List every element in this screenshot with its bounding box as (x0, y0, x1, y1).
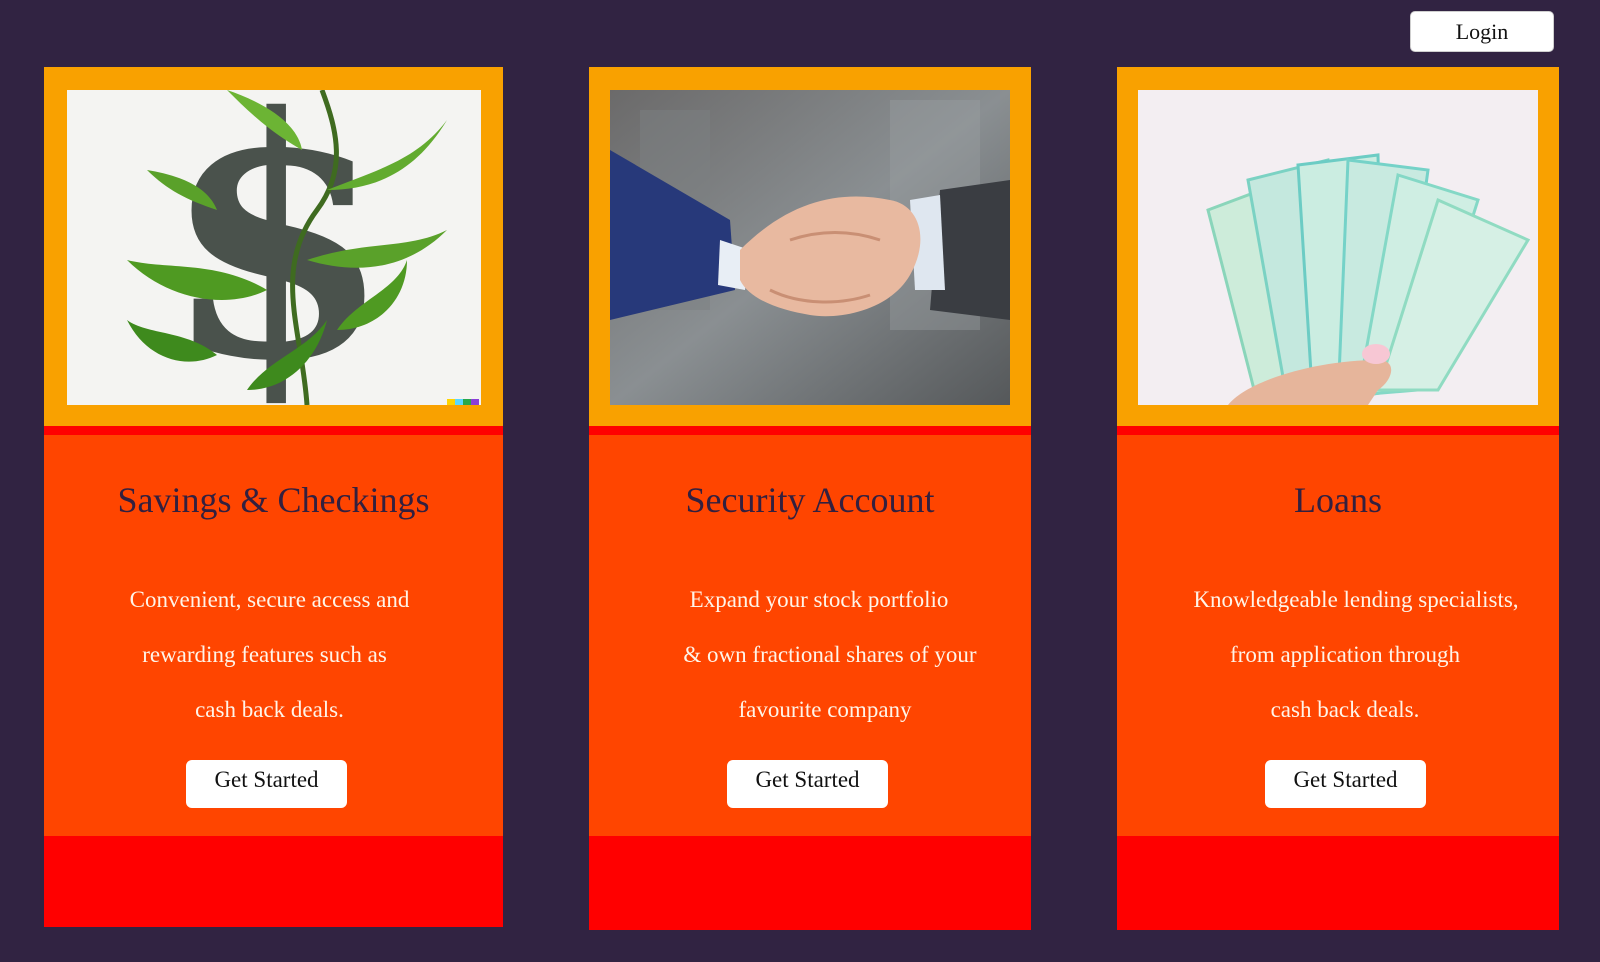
get-started-button[interactable]: Get Started (1265, 760, 1426, 808)
card-savings-checkings: $ Savings & Checkings Convenient, secure… (44, 67, 503, 927)
card-title: Loans (1294, 480, 1382, 520)
description-line: from application through (1230, 642, 1460, 667)
card-security-account: Security Account Expand your stock portf… (589, 67, 1031, 930)
dollar-sign-leaves-image: $ (67, 90, 481, 405)
card-description: Knowledgeable lending specialists, from … (1117, 572, 1559, 737)
card-stripe (589, 426, 1031, 435)
get-started-button[interactable]: Get Started (186, 760, 347, 808)
login-button[interactable]: Login (1410, 11, 1554, 52)
description-line: cash back deals. (1270, 697, 1420, 722)
card-loans: Loans Knowledgeable lending specialists,… (1117, 67, 1559, 930)
get-started-button[interactable]: Get Started (727, 760, 888, 808)
card-footer-band (589, 836, 1031, 930)
description-line: Convenient, secure access and (129, 587, 410, 612)
handshake-image (610, 90, 1010, 405)
description-line: Knowledgeable lending specialists, (1193, 587, 1519, 612)
card-footer-band (44, 836, 503, 927)
description-line: & own fractional shares of your (683, 642, 977, 667)
description-line: Expand your stock portfolio (689, 587, 949, 612)
description-line: cash back deals. (195, 697, 344, 722)
banknotes-image (1138, 90, 1538, 405)
card-title: Security Account (685, 480, 935, 520)
card-title: Savings & Checkings (117, 480, 430, 520)
card-stripe (44, 426, 503, 435)
card-stripe (1117, 426, 1559, 435)
description-line: favourite company (738, 697, 912, 722)
card-description: Convenient, secure access and rewarding … (40, 572, 499, 737)
card-footer-band (1117, 836, 1559, 930)
description-line: rewarding features such as (142, 642, 387, 667)
card-description: Expand your stock portfolio & own fracti… (589, 572, 1031, 737)
